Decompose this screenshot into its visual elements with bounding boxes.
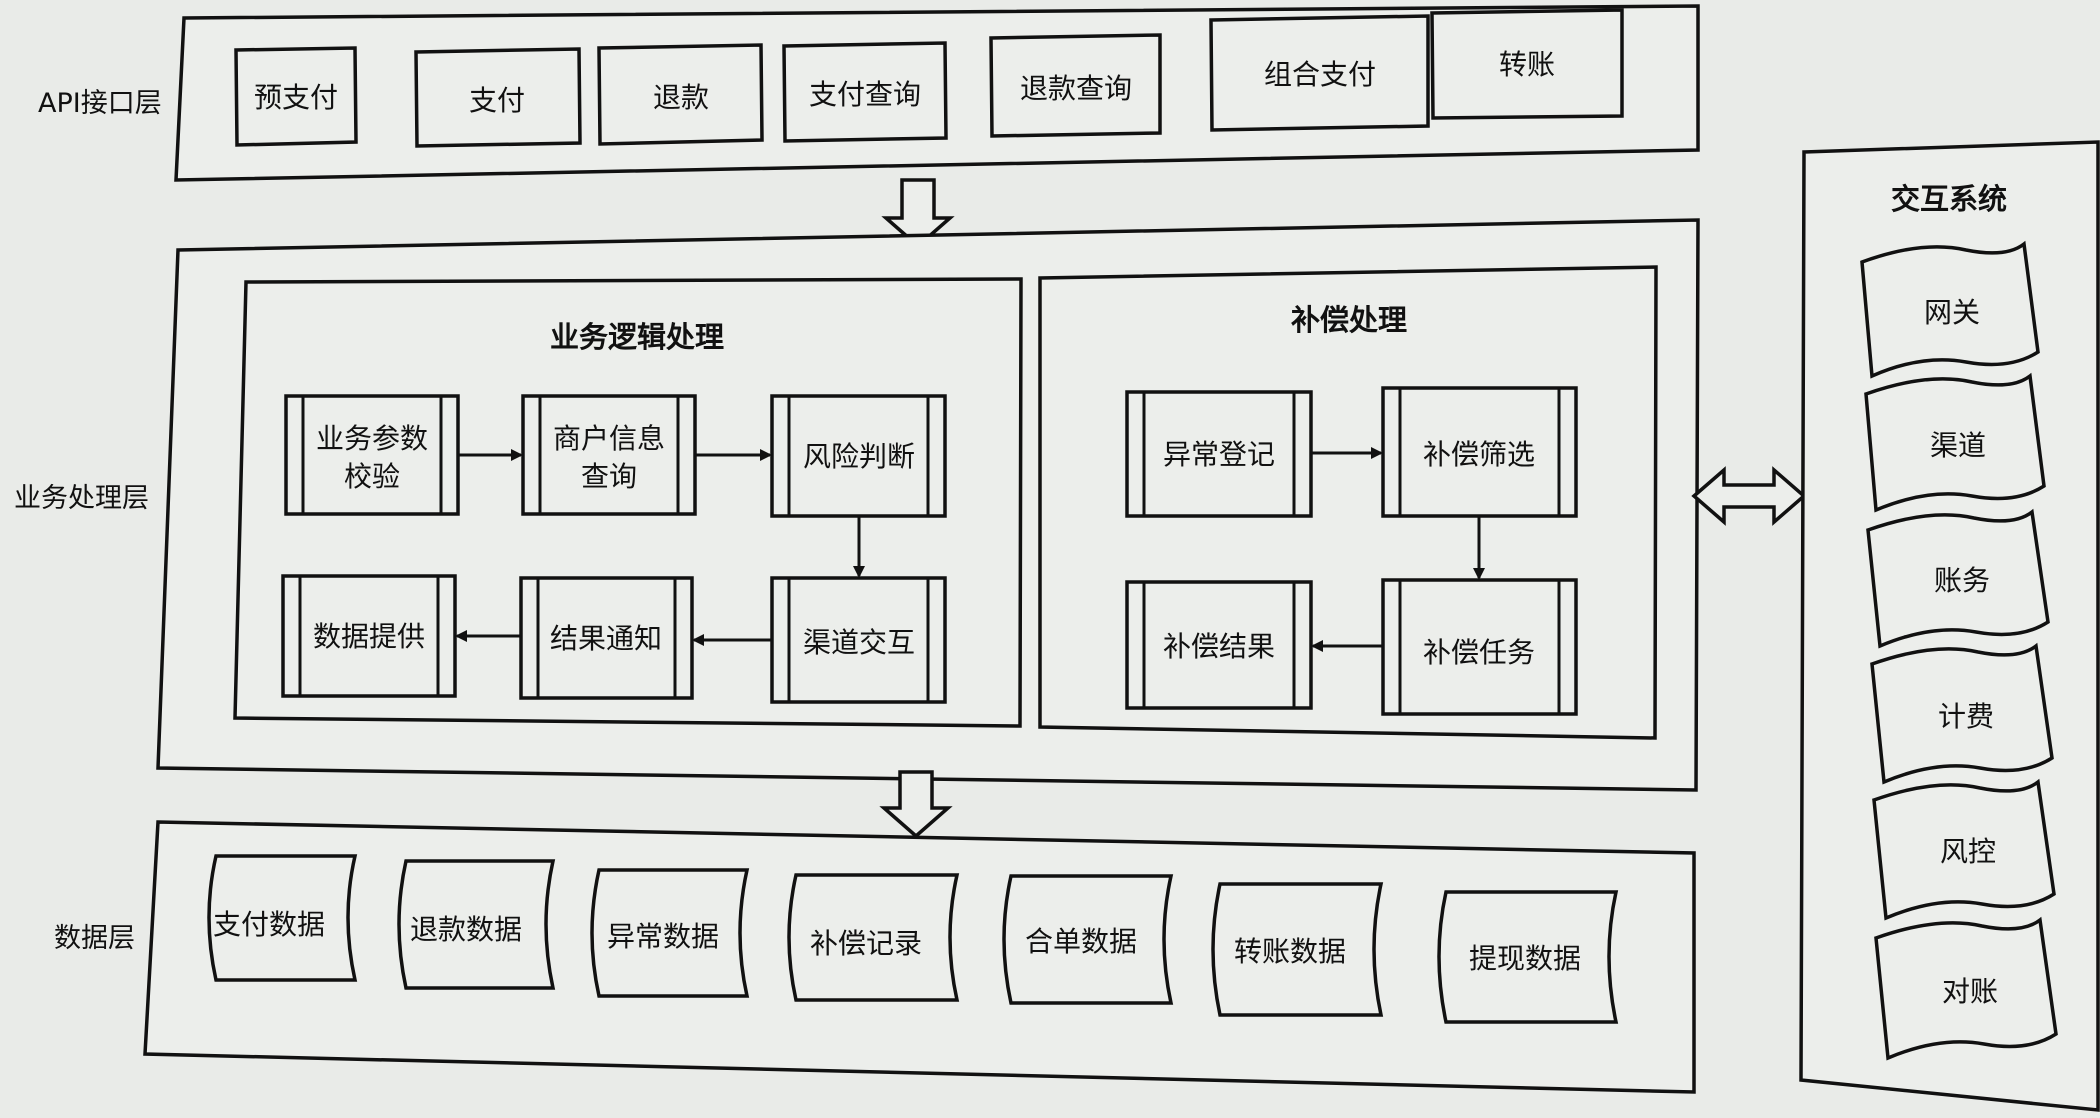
process-step-label: 风险判断 — [803, 440, 915, 473]
interaction-item-label: 对账 — [1942, 975, 1998, 1008]
interaction-item: 网关 — [1860, 240, 2040, 379]
compensation-title: 补偿处理 — [1291, 303, 1407, 337]
architecture-diagram: API接口层 业务处理层 数据层 预支付 支付 退款 支付查询 退款查询 组合支… — [14, 4, 2100, 1112]
process-step-label: 校验 — [344, 460, 400, 493]
data-layer-label: 数据层 — [54, 923, 135, 954]
data-store: 转账数据 — [1211, 882, 1384, 1017]
compensation-step-label: 异常登记 — [1163, 438, 1275, 471]
data-store-label: 提现数据 — [1469, 942, 1581, 975]
api-item: 转账 — [1430, 8, 1624, 120]
process-step: 结果通知 — [519, 576, 694, 700]
interaction-item-label: 计费 — [1938, 700, 1994, 733]
data-store-label: 支付数据 — [213, 908, 325, 941]
process-step: 数据提供 — [281, 574, 457, 698]
api-item: 组合支付 — [1209, 14, 1430, 132]
api-item: 退款查询 — [989, 33, 1162, 138]
bidirectional-arrow-icon — [1691, 466, 1807, 526]
api-layer: 预支付 支付 退款 支付查询 退款查询 组合支付 转账 — [174, 4, 1700, 182]
data-store-label: 异常数据 — [607, 920, 719, 953]
compensation-step: 补偿筛选 — [1381, 386, 1578, 518]
interaction-item: 风控 — [1872, 778, 2056, 921]
process-step-label: 渠道交互 — [803, 626, 915, 659]
process-step-label: 结果通知 — [550, 622, 662, 655]
api-item-label: 支付查询 — [809, 78, 921, 111]
compensation-step: 异常登记 — [1125, 390, 1313, 518]
interaction-item: 账务 — [1866, 508, 2050, 649]
compensation-step: 补偿结果 — [1125, 580, 1313, 710]
data-store-label: 退款数据 — [410, 913, 522, 946]
compensation-step-label: 补偿结果 — [1163, 630, 1275, 663]
interaction-item-label: 账务 — [1934, 564, 1990, 597]
process-step: 风险判断 — [770, 394, 947, 518]
compensation-step-label: 补偿任务 — [1423, 636, 1535, 669]
interaction-system: 交互系统 网关 渠道 账务 计费 风控 对账 — [1799, 140, 2100, 1112]
data-store-label: 转账数据 — [1234, 935, 1346, 968]
api-layer-label: API接口层 — [38, 88, 162, 119]
api-item-label: 支付 — [469, 84, 525, 117]
data-store-label: 补偿记录 — [810, 927, 922, 960]
process-step: 业务参数 校验 — [284, 394, 460, 516]
api-item: 退款 — [597, 43, 764, 146]
api-item: 支付查询 — [782, 41, 948, 143]
business-layer: 业务逻辑处理 业务参数 校验 商户信息 查询 风险判断 渠道交互 结果通知 数据… — [156, 218, 1700, 792]
data-store: 退款数据 — [397, 859, 556, 990]
data-layer: 支付数据 退款数据 异常数据 补偿记录 合单数据 转账数据 提现数据 — [143, 820, 1696, 1094]
process-step-label: 业务参数 — [316, 422, 428, 455]
api-item-label: 退款查询 — [1020, 72, 1132, 105]
interaction-item: 计费 — [1870, 642, 2054, 785]
process-step-label: 查询 — [581, 460, 637, 493]
data-store: 支付数据 — [207, 854, 358, 982]
data-store: 合单数据 — [1002, 874, 1174, 1005]
process-step: 商户信息 查询 — [521, 394, 697, 516]
api-item-label: 退款 — [653, 81, 709, 114]
api-item-label: 预支付 — [254, 81, 338, 114]
data-store: 异常数据 — [590, 868, 750, 998]
api-item-label: 转账 — [1499, 48, 1555, 81]
api-item-label: 组合支付 — [1264, 58, 1376, 91]
business-logic-title: 业务逻辑处理 — [550, 320, 724, 354]
down-arrow-icon — [879, 770, 953, 839]
business-layer-label: 业务处理层 — [14, 483, 149, 514]
compensation-step: 补偿任务 — [1381, 578, 1578, 716]
interaction-item-label: 风控 — [1940, 835, 1996, 868]
compensation-step-label: 补偿筛选 — [1423, 438, 1535, 471]
process-step-label: 商户信息 — [553, 422, 665, 455]
api-item: 预支付 — [234, 46, 358, 147]
data-store: 提现数据 — [1437, 890, 1619, 1024]
process-step: 渠道交互 — [770, 576, 947, 704]
process-step-label: 数据提供 — [313, 620, 425, 653]
interaction-item-label: 网关 — [1924, 296, 1980, 329]
data-store-label: 合单数据 — [1025, 925, 1137, 958]
interaction-system-title: 交互系统 — [1891, 182, 2007, 216]
interaction-item-label: 渠道 — [1930, 429, 1986, 462]
interaction-item: 渠道 — [1864, 372, 2046, 513]
api-item: 支付 — [414, 47, 582, 148]
data-store: 补偿记录 — [787, 873, 960, 1002]
interaction-item: 对账 — [1874, 916, 2058, 1061]
